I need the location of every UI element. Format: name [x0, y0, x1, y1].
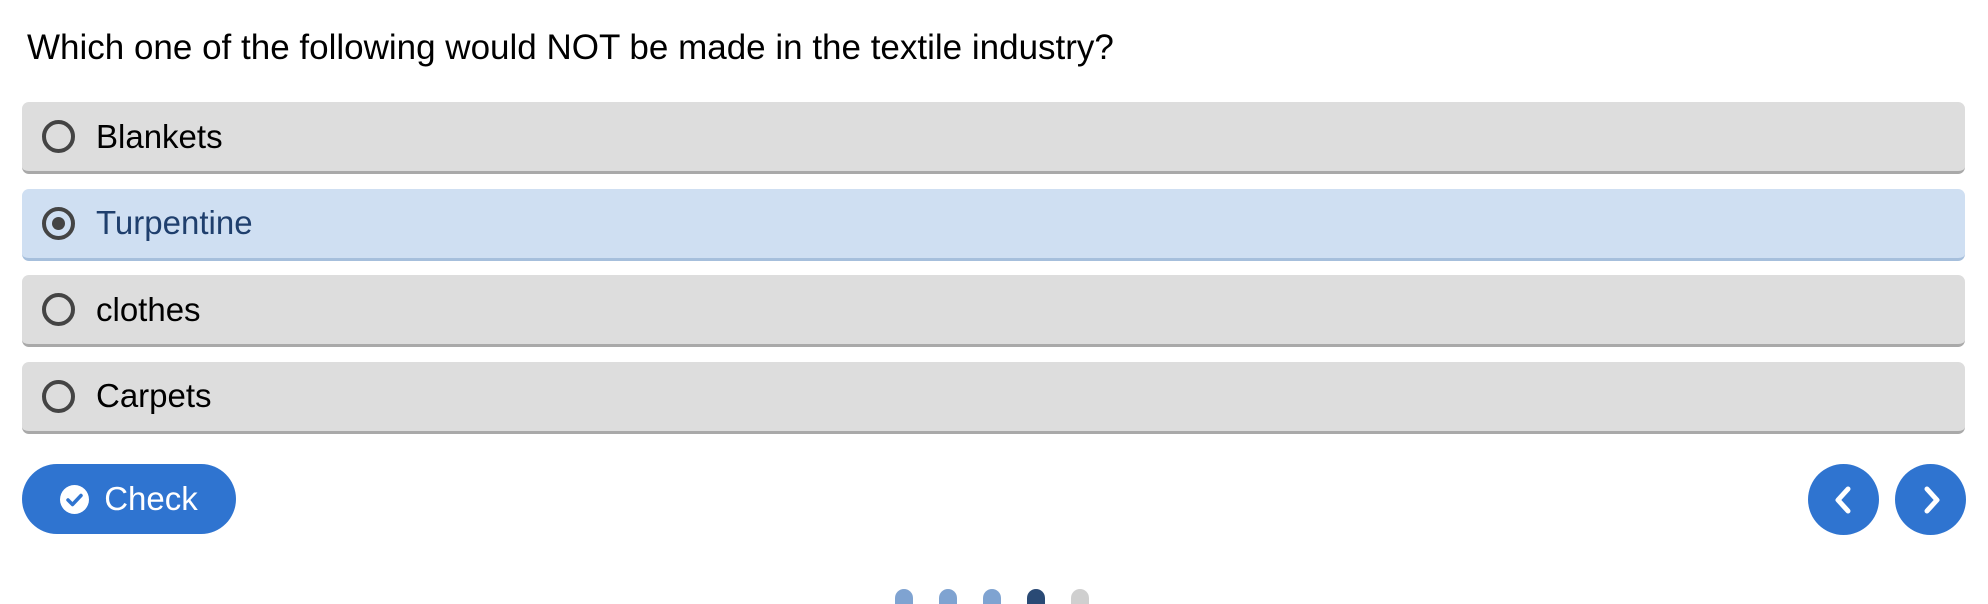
radio-button[interactable] [42, 379, 75, 413]
option-label: Carpets [96, 377, 212, 414]
radio-button[interactable] [42, 293, 75, 326]
chevron-right-icon [1924, 486, 1939, 513]
progress-indicator [895, 589, 1089, 604]
radio-button-selected[interactable] [42, 206, 75, 240]
progress-dot[interactable] [1071, 589, 1089, 604]
option-clothes[interactable]: clothes [22, 275, 1965, 347]
check-button[interactable]: Check [22, 464, 236, 534]
check-circle-icon [60, 484, 90, 514]
option-label: Blankets [96, 117, 223, 155]
option-turpentine[interactable]: Turpentine [22, 188, 1965, 261]
option-carpets[interactable]: Carpets [22, 361, 1965, 434]
option-blankets[interactable]: Blankets [22, 102, 1965, 174]
progress-dot[interactable] [983, 589, 1001, 604]
option-label: Turpentine [96, 204, 253, 241]
progress-dot[interactable] [895, 589, 913, 604]
previous-button[interactable] [1808, 464, 1879, 535]
next-button[interactable] [1895, 464, 1966, 535]
radio-button[interactable] [42, 120, 75, 153]
option-label: clothes [96, 290, 201, 328]
question-text: Which one of the following would NOT be … [27, 28, 1114, 67]
progress-dot[interactable] [939, 589, 957, 604]
progress-dot-current[interactable] [1027, 589, 1045, 604]
check-button-label: Check [104, 480, 198, 517]
answer-options: Blankets Turpentine clothes Carpets [22, 102, 1965, 448]
chevron-left-icon [1835, 486, 1850, 513]
